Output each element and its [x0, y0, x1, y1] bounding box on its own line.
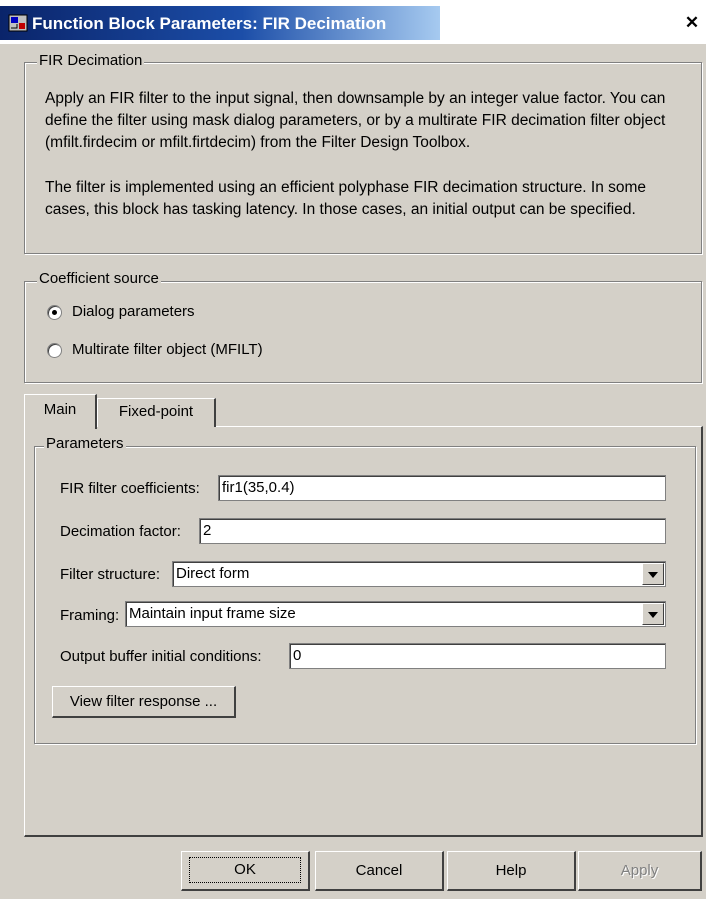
window-title: Function Block Parameters: FIR Decimatio… — [32, 14, 387, 33]
view-filter-response-button[interactable]: View filter response ... — [52, 686, 236, 718]
framing-label: Framing: — [60, 607, 120, 624]
help-button[interactable]: Help — [447, 851, 576, 891]
decimation-factor-label: Decimation factor: — [60, 523, 181, 540]
chevron-down-icon — [648, 572, 658, 578]
simulink-block-icon — [8, 14, 28, 32]
output-buffer-input[interactable]: 0 — [289, 643, 666, 669]
framing-dropdown-button[interactable] — [642, 603, 664, 625]
radio-dialog-parameters-label[interactable]: Dialog parameters — [72, 303, 195, 320]
filter-structure-dropdown-button[interactable] — [642, 563, 664, 585]
ok-button-label: OK — [189, 857, 301, 883]
parameters-title: Parameters — [44, 435, 126, 452]
chevron-down-icon — [648, 612, 658, 618]
radio-dialog-parameters[interactable] — [47, 305, 62, 320]
radio-mfilt-object[interactable] — [47, 343, 62, 358]
radio-mfilt-object-label[interactable]: Multirate filter object (MFILT) — [72, 341, 263, 358]
tab-fixed-point[interactable]: Fixed-point — [97, 398, 216, 427]
framing-select[interactable]: Maintain input frame size — [125, 601, 666, 627]
close-icon[interactable]: ✕ — [683, 14, 701, 31]
block-description-1: Apply an FIR filter to the input signal,… — [45, 90, 666, 151]
output-buffer-label: Output buffer initial conditions: — [60, 648, 262, 665]
fir-coefficients-input[interactable]: fir1(35,0.4) — [218, 475, 666, 501]
tab-main[interactable]: Main — [24, 394, 97, 429]
filter-structure-select[interactable]: Direct form — [172, 561, 666, 587]
cancel-button[interactable]: Cancel — [315, 851, 444, 891]
ok-button[interactable]: OK — [181, 851, 310, 891]
radio-selected-dot — [52, 310, 57, 315]
filter-structure-label: Filter structure: — [60, 566, 161, 583]
decimation-factor-input[interactable]: 2 — [199, 518, 666, 544]
apply-button[interactable]: Apply — [578, 851, 702, 891]
coefficient-source-group — [24, 281, 702, 383]
block-group-title: FIR Decimation — [37, 52, 145, 69]
title-bar: Function Block Parameters: FIR Decimatio… — [0, 0, 706, 44]
fir-coefficients-label: FIR filter coefficients: — [60, 480, 200, 497]
block-description-2: The filter is implemented using an effic… — [45, 179, 647, 218]
coefficient-source-title: Coefficient source — [37, 270, 161, 287]
